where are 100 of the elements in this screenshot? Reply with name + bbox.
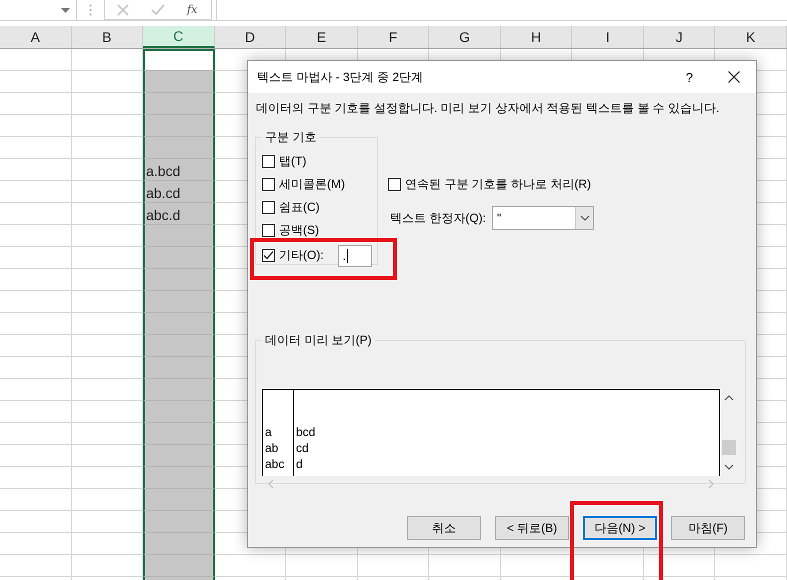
input-field[interactable]: . [338,244,372,266]
column-header[interactable]: F [358,26,430,48]
grid-cell [0,71,72,93]
selected-cell [143,357,215,379]
checkbox[interactable] [262,178,275,191]
dialog-title: 텍스트 마법사 - 3단계 중 2단계 [257,68,424,86]
chevron-down-icon[interactable] [724,464,734,470]
grid-cell [0,247,72,269]
grid-cell [0,401,72,423]
preview-text: cd [296,440,310,456]
checkbox[interactable] [388,178,401,190]
dialog-button[interactable]: 취소 [407,516,481,540]
caret-icon [61,8,70,12]
grid-cell [0,269,72,291]
grid-cell [0,555,72,577]
grid-cell [0,93,72,115]
grid-cell [0,49,72,71]
checkbox-label: 탭(T) [279,153,306,170]
selected-cell [143,225,215,247]
chevron-down-icon [580,215,590,221]
selected-cell: ab.cd [143,181,215,203]
grip-icon [89,4,92,16]
checkbox[interactable] [262,155,275,168]
group-title: 데이터 미리 보기(P) [264,332,373,349]
checkbox[interactable] [262,249,275,262]
grid-cell [0,357,72,379]
selected-cell [143,533,215,555]
checkbox-label: 공백(S) [279,222,319,239]
grid-cell [0,181,72,203]
grid-cell [572,555,644,577]
dialog-button[interactable]: < 뒤로(B) [495,516,569,540]
selected-cell [143,291,215,313]
preview-text: abc [265,456,286,472]
selected-cell [143,269,215,291]
column-header[interactable]: E [286,26,358,48]
grid-cell [0,445,72,467]
grid-cell [286,555,358,577]
selected-cell [143,247,215,269]
selected-cell [143,49,215,71]
column-header[interactable]: K [715,26,787,48]
description-text: 데이터의 구분 기호를 설정합니다. 미리 보기 상자에서 적용된 텍스트를 볼 수 있습니다. [256,100,720,117]
grid-cell [644,555,716,577]
selected-cell: abc.d [143,203,215,225]
selected-cell [143,423,215,445]
qualifier-label: 텍스트 한정자(Q): [390,210,486,226]
grid-cell [715,555,787,577]
selected-cell [143,489,215,511]
grid-cell [0,115,72,137]
selected-cell [143,467,215,489]
selected-cell [143,313,215,335]
selected-cell: a.bcd [143,159,215,181]
column-header[interactable]: H [500,26,572,48]
selected-cell [143,93,215,115]
grid-cell [0,203,72,225]
qualifier-dropdown[interactable]: " [492,206,594,230]
selected-cell [143,511,215,533]
grid-cell [0,511,72,533]
grid-cell [0,225,72,247]
column-header[interactable]: D [214,26,286,48]
selected-cell [143,137,215,159]
checkbox-label: 쉼표(C) [279,199,320,216]
group-title: 구분 기호 [264,129,318,146]
grid-cell [0,159,72,181]
dialog-button[interactable]: 마침(F) [671,516,745,540]
column-header[interactable]: C [143,26,215,48]
column-header[interactable]: A [0,26,72,48]
check-icon[interactable] [151,4,165,16]
grid-cell [0,379,72,401]
grid-cell [0,335,72,357]
help-button[interactable]: ? [686,70,693,84]
selected-cell [143,115,215,137]
selected-cell [143,555,215,577]
grid-cell [214,555,286,577]
column-header[interactable]: I [572,26,644,48]
dialog-button[interactable]: 다음(N) > [583,516,657,540]
function-button[interactable]: fx [187,3,198,16]
selected-cell [143,445,215,467]
grid-cell [0,423,72,445]
selected-cell [143,401,215,423]
grid-cell [0,533,72,555]
grid-cell [0,137,72,159]
preview-text: a [265,424,273,440]
selected-cell [143,335,215,357]
grid-cell [0,291,72,313]
grid-cell [0,313,72,335]
checkbox-label: 기타(O): [279,247,324,264]
selected-cell [143,379,215,401]
checkbox[interactable] [262,201,275,214]
column-header[interactable]: J [644,26,716,48]
grid-cell [0,467,72,489]
grid-cell [0,489,72,511]
checkbox[interactable] [262,224,275,237]
grid-cell [429,555,501,577]
column-header[interactable]: G [429,26,501,48]
scroll-thumb[interactable] [722,440,736,455]
grid-cell [358,555,430,577]
selected-cell [143,71,215,93]
preview-text: ab [265,440,280,456]
chevron-up-icon[interactable] [724,395,734,401]
close-icon[interactable] [728,71,740,83]
